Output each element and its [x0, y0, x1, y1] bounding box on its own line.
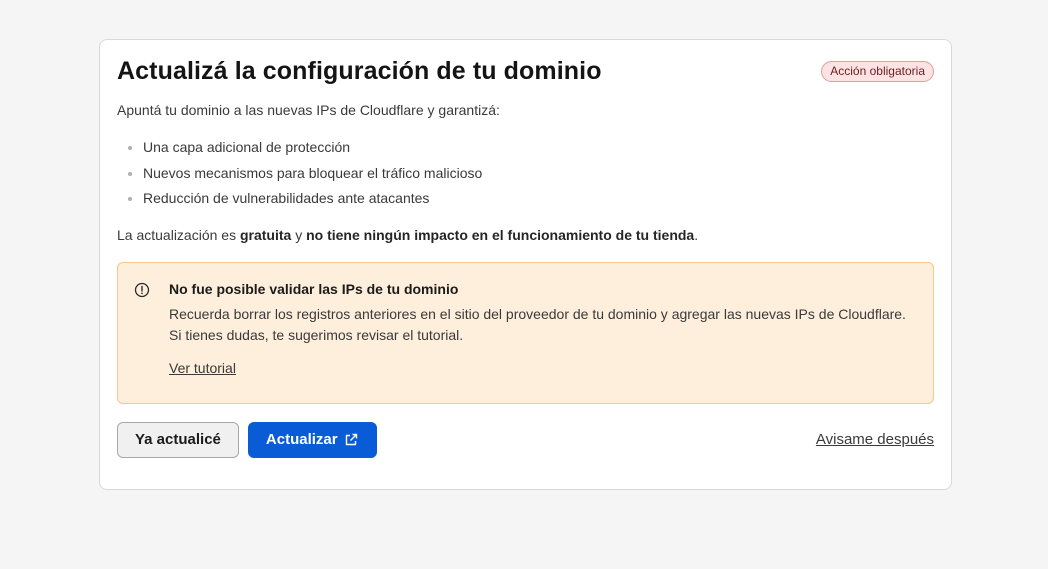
- card-title: Actualizá la configuración de tu dominio: [117, 57, 602, 85]
- list-item: Reducción de vulnerabilidades ante ataca…: [117, 186, 934, 212]
- note-suffix: .: [694, 226, 699, 243]
- benefits-list: Una capa adicional de protección Nuevos …: [117, 135, 934, 212]
- already-updated-label: Ya actualicé: [135, 431, 221, 448]
- info-circle-icon: [134, 282, 150, 298]
- note-middle: y: [291, 226, 307, 243]
- note-no-impact: no tiene ningún impacto en el funcionami…: [306, 226, 695, 243]
- validation-warning-alert: No fue posible validar las IPs de tu dom…: [117, 261, 934, 404]
- intro-text: Apuntá tu dominio a las nuevas IPs de Cl…: [117, 102, 500, 118]
- note-free: gratuita: [239, 226, 292, 243]
- remind-later-link[interactable]: Avisame después: [816, 431, 934, 448]
- list-item: Nuevos mecanismos para bloquear el tráfi…: [117, 161, 934, 187]
- alert-title: No fue posible validar las IPs de tu dom…: [169, 280, 459, 297]
- action-bar: Ya actualicé Actualizar Avisame después: [117, 421, 934, 458]
- update-button[interactable]: Actualizar: [247, 421, 377, 458]
- note-prefix: La actualización es: [117, 226, 240, 243]
- free-update-note: La actualización es gratuita y no tiene …: [117, 227, 934, 243]
- view-tutorial-link[interactable]: Ver tutorial: [169, 360, 236, 376]
- update-label: Actualizar: [265, 431, 338, 448]
- mandatory-badge: Acción obligatoria: [821, 61, 934, 82]
- domain-update-card: Actualizá la configuración de tu dominio…: [99, 39, 952, 490]
- card-header: Actualizá la configuración de tu dominio…: [117, 57, 934, 86]
- external-link-icon: [345, 433, 357, 445]
- list-item: Una capa adicional de protección: [117, 135, 934, 161]
- alert-text: Recuerda borrar los registros anteriores…: [169, 305, 906, 343]
- already-updated-button[interactable]: Ya actualicé: [117, 421, 239, 458]
- alert-body: No fue posible validar las IPs de tu dom…: [169, 280, 916, 403]
